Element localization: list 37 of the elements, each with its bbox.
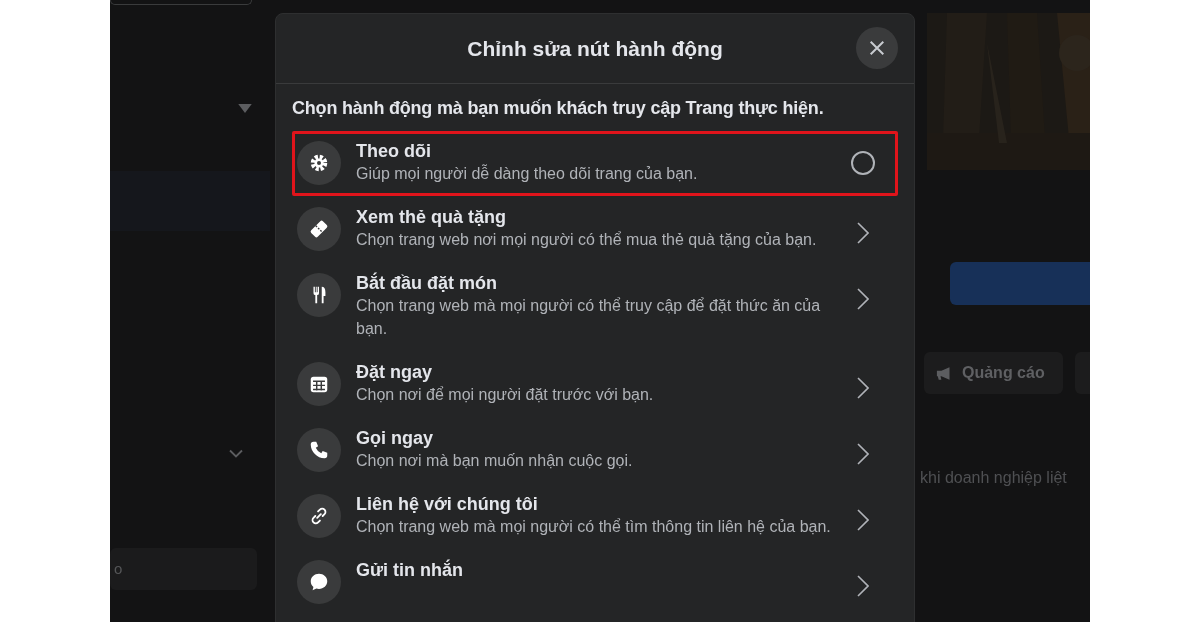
chevron-right-icon	[857, 222, 869, 244]
action-option[interactable]: Theo dõi Giúp mọi người dễ dàng theo dõi trang của bạn.	[292, 131, 898, 196]
chevron-right-icon	[857, 377, 869, 399]
action-option[interactable]: Gửi tin nhắn	[292, 550, 898, 615]
chevron-right-icon	[857, 288, 869, 310]
action-option[interactable]: Đặt ngay Chọn nơi để mọi người đặt trước với bạn.	[292, 352, 898, 417]
caret-icon[interactable]	[238, 104, 252, 113]
radio-button[interactable]	[851, 151, 875, 175]
chevron-icon[interactable]	[229, 449, 243, 458]
close-button[interactable]	[856, 27, 898, 69]
option-title: Đặt ngay	[356, 361, 434, 383]
option-title: Theo dõi	[356, 140, 432, 162]
dialog-title: Chỉnh sửa nút hành động	[467, 36, 723, 61]
option-description: Chọn nơi mà bạn muốn nhận cuộc gọi.	[356, 451, 634, 471]
option-description: Chọn trang web mà mọi người có thể tìm thông tin liên hệ của bạn.	[356, 517, 832, 537]
option-title: Xem thẻ quà tặng	[356, 206, 508, 228]
chevron-right-icon	[857, 443, 869, 465]
action-option[interactable]: Liên hệ với chúng tôi Chọn trang web mà mọi người có thể tìm thông tin liên hệ của bạn.	[292, 484, 898, 549]
chat-icon	[308, 571, 330, 593]
chevron-right-icon	[857, 575, 869, 597]
prompt-text: Chọn hành động mà bạn muốn khách truy cập Trang thực hiện.	[292, 98, 825, 119]
option-description: Chọn nơi để mọi người đặt trước với bạn.	[356, 385, 655, 405]
option-description: Giúp mọi người dễ dàng theo dõi trang của bạn.	[356, 163, 699, 184]
phone-icon	[308, 439, 330, 461]
chevron-right-icon	[857, 509, 869, 531]
option-description: Chọn trang web mà mọi người có thể truy cập để đặt thức ăn của bạn.	[356, 296, 822, 339]
option-description: Chọn trang web nơi mọi người có thể mua thẻ quà tặng của bạn.	[356, 230, 818, 250]
option-title: Gọi ngay	[356, 427, 434, 449]
option-title: Gửi tin nhắn	[356, 559, 465, 581]
gear-icon	[308, 152, 330, 174]
action-option[interactable]: Xem thẻ quà tặng Chọn trang web nơi mọi người có thể mua thẻ quà tặng của bạn.	[292, 197, 898, 262]
action-option[interactable]: Bắt đầu đặt món Chọn trang web mà mọi người có thể truy cập để đặt thức ăn của bạn.	[292, 263, 898, 351]
info-text: khi doanh nghiệp liệt	[920, 469, 1068, 487]
option-title: Liên hệ với chúng tôi	[356, 493, 539, 515]
option-title: Bắt đầu đặt món	[356, 272, 498, 294]
action-option[interactable]: Gọi ngay Chọn nơi mà bạn muốn nhận cuộc gọi.	[292, 418, 898, 483]
close-icon	[868, 39, 886, 57]
